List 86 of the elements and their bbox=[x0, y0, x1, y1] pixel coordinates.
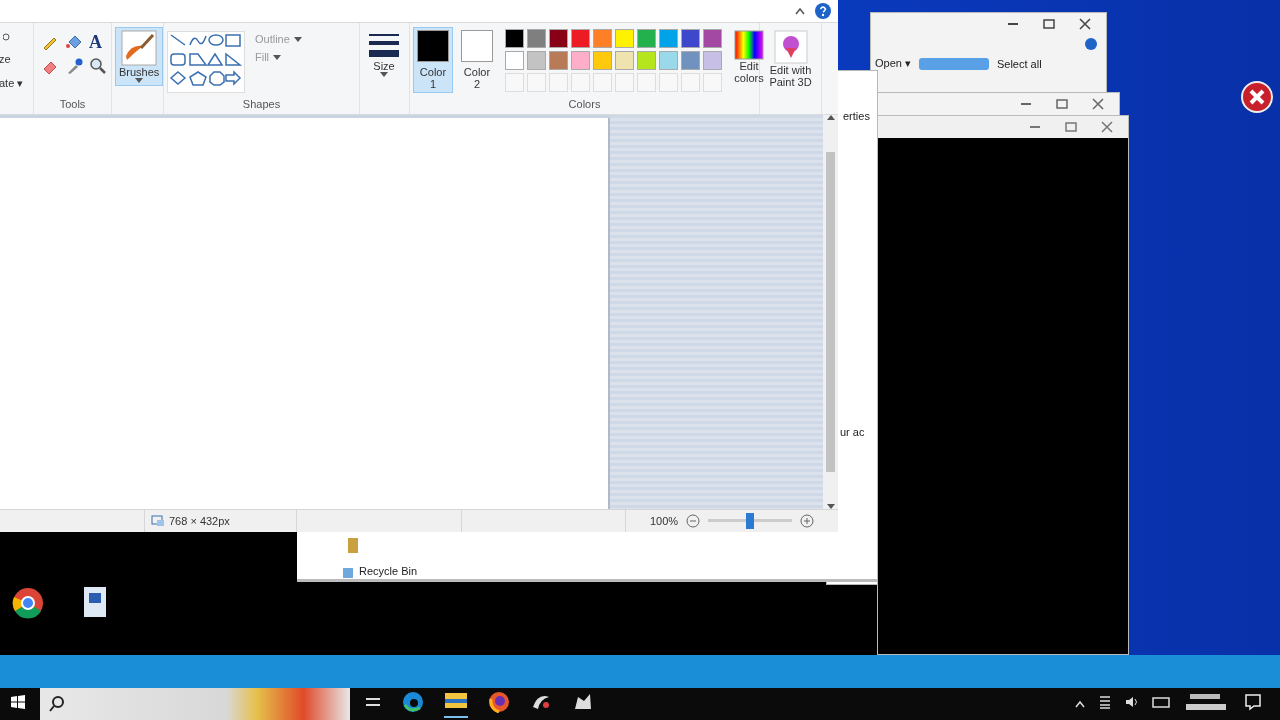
notification-icon[interactable] bbox=[1244, 693, 1262, 711]
empty-swatch[interactable] bbox=[659, 73, 678, 92]
color-swatch[interactable] bbox=[505, 29, 524, 48]
group-label: Tools bbox=[58, 98, 87, 112]
caret-icon[interactable] bbox=[293, 36, 302, 42]
color-swatch[interactable] bbox=[703, 29, 722, 48]
brush-icon bbox=[121, 30, 158, 66]
close-icon[interactable] bbox=[1100, 121, 1114, 133]
recycle-bin-label[interactable]: Recycle Bin bbox=[359, 565, 418, 577]
recycle-bin-icon bbox=[342, 567, 354, 579]
folder-icon[interactable] bbox=[444, 690, 468, 710]
group-label: Colors bbox=[567, 98, 602, 112]
help-icon[interactable] bbox=[1084, 37, 1098, 51]
close-icon[interactable] bbox=[1078, 18, 1092, 30]
library-icon bbox=[347, 536, 359, 554]
color-swatch[interactable] bbox=[637, 29, 656, 48]
size-button[interactable]: Size bbox=[363, 27, 405, 80]
empty-swatch[interactable] bbox=[615, 73, 634, 92]
maximize-icon[interactable] bbox=[1064, 121, 1078, 133]
scrollbar[interactable] bbox=[823, 115, 838, 509]
empty-swatch[interactable] bbox=[681, 73, 700, 92]
color-swatch[interactable] bbox=[593, 29, 612, 48]
color-swatch[interactable] bbox=[527, 29, 546, 48]
color-swatch[interactable] bbox=[637, 51, 656, 70]
empty-swatch[interactable] bbox=[505, 73, 524, 92]
task-view-icon[interactable] bbox=[364, 695, 382, 709]
paint-3d-icon bbox=[773, 30, 808, 64]
color-swatch[interactable] bbox=[659, 29, 678, 48]
color-swatch[interactable] bbox=[571, 51, 590, 70]
color-swatch[interactable] bbox=[527, 51, 546, 70]
fill-bucket-icon[interactable] bbox=[65, 33, 83, 51]
caret-icon[interactable] bbox=[135, 78, 144, 83]
collapse-icon[interactable] bbox=[794, 6, 806, 16]
color-swatch[interactable] bbox=[681, 29, 700, 48]
chevron-icon[interactable] bbox=[1074, 699, 1086, 709]
search-icon bbox=[48, 695, 66, 713]
color-swatch[interactable] bbox=[593, 51, 612, 70]
empty-swatch[interactable] bbox=[637, 73, 656, 92]
canvas-size-icon bbox=[151, 515, 165, 527]
empty-swatch[interactable] bbox=[571, 73, 590, 92]
zoom-in-icon[interactable] bbox=[800, 514, 815, 528]
empty-swatch[interactable] bbox=[703, 73, 722, 92]
empty-swatch[interactable] bbox=[549, 73, 568, 92]
color-swatch[interactable] bbox=[703, 51, 722, 70]
color-swatch[interactable] bbox=[681, 51, 700, 70]
rotate-button[interactable]: ate ▾ bbox=[0, 77, 24, 90]
text-tool[interactable]: A bbox=[89, 33, 109, 51]
open-menu[interactable]: Open ▾ bbox=[875, 57, 911, 70]
properties-label: erties bbox=[843, 110, 870, 122]
spectrum-icon bbox=[734, 30, 764, 60]
volume-icon[interactable] bbox=[1124, 695, 1140, 709]
maximize-icon[interactable] bbox=[1055, 98, 1069, 110]
resize-button[interactable]: ze bbox=[0, 53, 11, 65]
color-swatch[interactable] bbox=[549, 29, 568, 48]
brushes-button[interactable]: Brushes bbox=[115, 27, 164, 86]
search-field[interactable] bbox=[40, 688, 350, 720]
edge-icon[interactable] bbox=[402, 691, 424, 713]
caret-icon[interactable] bbox=[380, 72, 388, 77]
error-icon bbox=[1240, 80, 1274, 114]
select-icon[interactable] bbox=[3, 33, 11, 41]
zoom-out-icon[interactable] bbox=[686, 514, 701, 528]
group-label: Shapes bbox=[241, 98, 282, 112]
info-text: ur ac bbox=[840, 426, 865, 438]
caret-icon[interactable] bbox=[273, 54, 282, 60]
color-swatch[interactable] bbox=[615, 51, 634, 70]
color-swatch[interactable] bbox=[615, 29, 634, 48]
empty-swatch[interactable] bbox=[593, 73, 612, 92]
help-icon[interactable] bbox=[814, 2, 832, 20]
keyboard-icon[interactable] bbox=[1152, 695, 1170, 709]
magnifier-icon[interactable] bbox=[89, 57, 107, 75]
color-swatch[interactable] bbox=[505, 51, 524, 70]
zoom-level: 100% bbox=[649, 515, 679, 527]
select-all-button[interactable]: Select all bbox=[996, 57, 1042, 70]
start-icon[interactable] bbox=[10, 694, 26, 710]
firefox-icon[interactable] bbox=[488, 691, 510, 713]
image-dimensions: 768 × 432px bbox=[169, 515, 230, 527]
close-icon[interactable] bbox=[1091, 98, 1105, 110]
network-icon[interactable] bbox=[1098, 694, 1112, 710]
color-slot-button[interactable]: Color 2 bbox=[457, 27, 497, 93]
empty-swatch[interactable] bbox=[527, 73, 546, 92]
color-swatch[interactable] bbox=[659, 51, 678, 70]
address-field[interactable] bbox=[918, 57, 989, 70]
color-swatch[interactable] bbox=[549, 51, 568, 70]
color-slot-button[interactable]: Color 1 bbox=[413, 27, 453, 93]
maximize-icon[interactable] bbox=[1042, 18, 1056, 30]
color-swatch[interactable] bbox=[571, 29, 590, 48]
